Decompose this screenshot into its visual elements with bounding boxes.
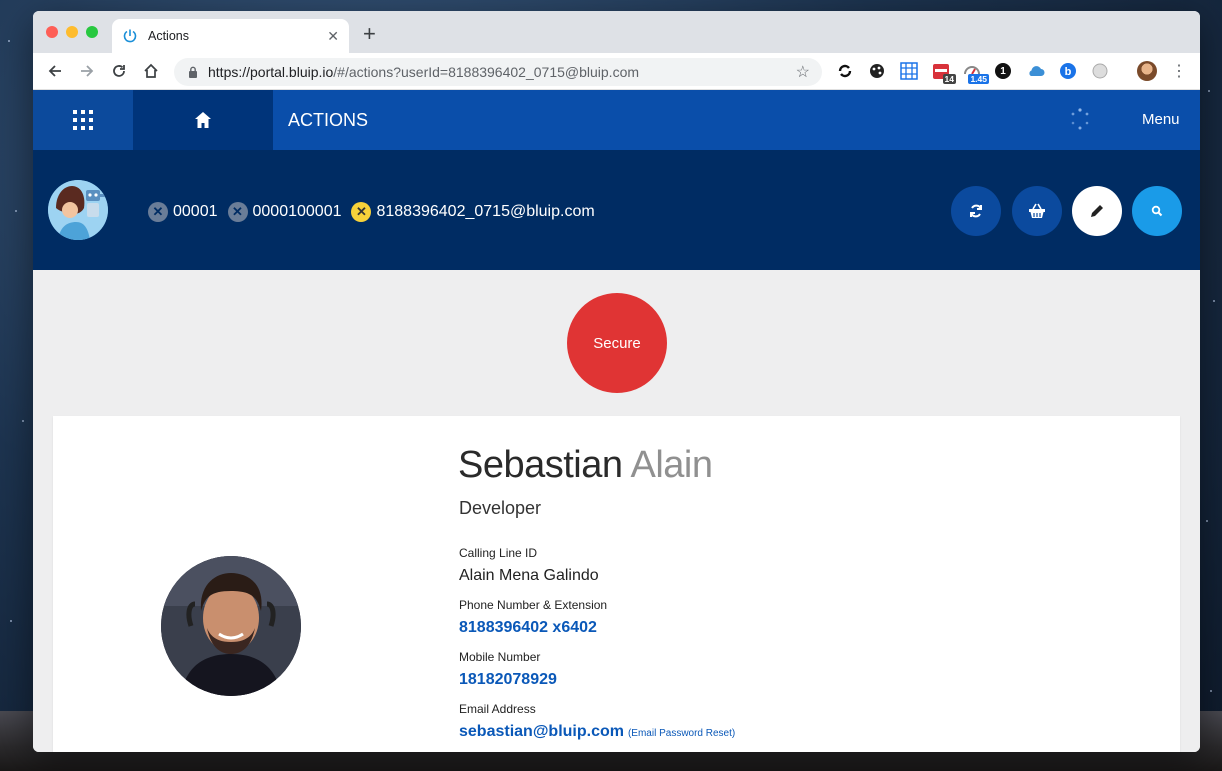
calling-line-id-value: Alain Mena Galindo — [459, 567, 599, 584]
app-grid-button[interactable] — [33, 90, 133, 150]
context-chip[interactable]: ✕ 0000100001 — [227, 202, 342, 222]
agent-avatar[interactable] — [48, 180, 108, 240]
svg-text:b: b — [1065, 66, 1072, 78]
basket-icon — [1029, 203, 1045, 218]
calling-line-id-label: Calling Line ID — [459, 546, 538, 560]
chip-remove-icon[interactable]: ✕ — [227, 202, 248, 222]
url-host: https://portal.bluip.io — [208, 64, 334, 80]
context-chips: ✕ 00001 ✕ 0000100001 ✕ 8188396402_0715@b… — [148, 202, 595, 222]
circle-extension-icon[interactable] — [1091, 62, 1109, 80]
url-text: https://portal.bluip.io/#/actions?userId… — [208, 64, 796, 80]
page-title: ACTIONS — [288, 110, 369, 130]
home-icon[interactable] — [141, 61, 161, 81]
grid-extension-icon[interactable] — [900, 62, 918, 80]
calendar-extension-icon[interactable]: 14 — [932, 62, 956, 84]
bookmark-star-icon[interactable]: ☆ — [796, 62, 810, 82]
close-window-button[interactable] — [46, 26, 58, 38]
email-label: Email Address — [459, 702, 536, 716]
tab-strip: Actions ✕ + — [33, 11, 1200, 53]
loading-spinner-icon — [1071, 108, 1089, 130]
browser-window: Actions ✕ + https://portal.bluip.io/#/ac… — [33, 11, 1200, 752]
forward-arrow-icon[interactable] — [77, 61, 97, 81]
browser-tab[interactable]: Actions ✕ — [112, 19, 349, 53]
b-extension-icon[interactable]: b — [1059, 62, 1077, 80]
secure-status-button[interactable]: Secure — [567, 293, 667, 393]
url-path: /#/actions?userId=8188396402_0715@bluip.… — [333, 64, 640, 80]
extension-badge: 14 — [942, 74, 956, 84]
lock-icon — [189, 66, 197, 78]
context-chip[interactable]: ✕ 00001 — [148, 202, 218, 222]
minimize-window-button[interactable] — [66, 26, 78, 38]
basket-button[interactable] — [1012, 186, 1062, 236]
browser-menu-icon[interactable]: ⋮ — [1169, 61, 1189, 81]
cloud-extension-icon[interactable] — [1027, 62, 1045, 80]
chip-remove-icon[interactable]: ✕ — [148, 202, 168, 222]
first-name: Sebastian — [458, 444, 623, 486]
address-bar[interactable]: https://portal.bluip.io/#/actions?userId… — [174, 58, 822, 86]
chip-remove-icon[interactable]: ✕ — [351, 202, 372, 222]
profile-portrait — [161, 556, 301, 696]
palette-extension-icon[interactable] — [868, 62, 886, 80]
phone-link[interactable]: 8188396402 x6402 — [459, 619, 597, 637]
pencil-icon — [1091, 205, 1103, 217]
app-header: ACTIONS Menu — [33, 90, 1200, 150]
email-link[interactable]: sebastian@bluip.com — [459, 723, 624, 740]
search-icon — [1151, 205, 1163, 217]
browser-toolbar: https://portal.bluip.io/#/actions?userId… — [33, 53, 1200, 90]
maximize-window-button[interactable] — [86, 26, 98, 38]
power-icon — [123, 29, 137, 43]
chip-label: 8188396402_0715@bluip.com — [376, 203, 595, 220]
chip-label: 0000100001 — [252, 203, 342, 220]
last-name: Alain — [630, 444, 713, 486]
tab-title: Actions — [148, 29, 189, 43]
tab-close-icon[interactable]: ✕ — [327, 28, 339, 45]
search-button[interactable] — [1132, 186, 1182, 236]
reload-icon[interactable] — [109, 61, 129, 81]
main-content: Secure Sebastian Alain Developer Calling… — [33, 270, 1200, 752]
phone-label: Phone Number & Extension — [459, 598, 608, 612]
back-arrow-icon[interactable] — [45, 61, 65, 81]
profile-role: Developer — [459, 498, 542, 518]
extension-badge: 1.45 — [968, 74, 989, 84]
refresh-icon — [970, 204, 982, 218]
profile-card: Sebastian Alain Developer Calling Line I… — [53, 416, 1180, 752]
agent-robot-illustration — [48, 180, 108, 240]
new-tab-button[interactable]: + — [363, 23, 376, 45]
speed-extension-icon[interactable]: 1.45 — [963, 62, 989, 84]
home-button[interactable] — [133, 90, 273, 150]
chip-label: 00001 — [173, 203, 218, 220]
onepassword-extension-icon[interactable]: 1 — [995, 63, 1011, 79]
context-bar: ✕ 00001 ✕ 0000100001 ✕ 8188396402_0715@b… — [33, 150, 1200, 270]
mobile-label: Mobile Number — [459, 650, 541, 664]
menu-link[interactable]: Menu — [1142, 111, 1180, 128]
user-profile-avatar[interactable] — [1137, 61, 1157, 81]
context-chip-active[interactable]: ✕ 8188396402_0715@bluip.com — [351, 202, 595, 222]
edit-button[interactable] — [1072, 186, 1122, 236]
email-row: sebastian@bluip.com (Email Password Reset… — [459, 723, 735, 741]
email-password-reset-link[interactable]: (Email Password Reset) — [628, 728, 735, 739]
sync-extension-icon[interactable] — [836, 62, 854, 80]
window-controls — [46, 26, 98, 38]
app-grid-icon — [73, 110, 93, 130]
profile-name: Sebastian Alain — [458, 444, 713, 487]
refresh-button[interactable] — [951, 186, 1001, 236]
mobile-link[interactable]: 18182078929 — [459, 671, 557, 689]
profile-photo — [161, 556, 301, 696]
home-icon — [195, 112, 211, 128]
